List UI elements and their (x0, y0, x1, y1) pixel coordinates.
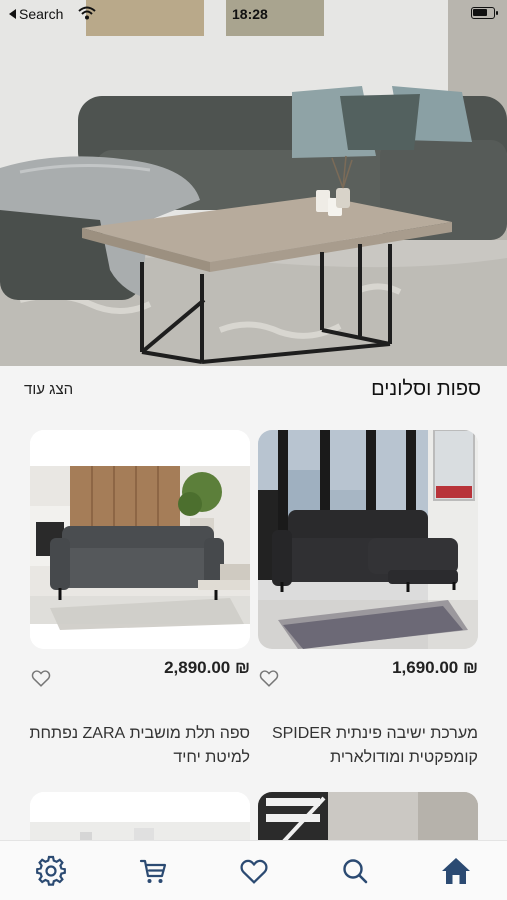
settings-icon[interactable] (35, 855, 67, 887)
back-to-search-button[interactable]: Search (9, 6, 63, 22)
section-title: ספות וסלונים (371, 378, 481, 400)
product-image[interactable] (30, 430, 250, 649)
heart-icon[interactable] (238, 855, 270, 887)
bottom-navigation (0, 840, 507, 900)
product-name[interactable]: ספה תלת מושבית ZARA נפתחת למיטת יחיד (10, 722, 250, 770)
status-time: 18:28 (232, 6, 268, 22)
favorite-heart-icon[interactable] (30, 667, 52, 689)
product-name[interactable]: מערכת ישיבה פינתית SPIDER קומפקטית ומודו… (238, 722, 478, 770)
product-price: 2,890.00 ₪ (164, 658, 250, 677)
back-label: Search (19, 6, 64, 22)
hero-image (0, 0, 507, 366)
category-header: ספות וסלונים הצג עוד (0, 366, 507, 412)
hero-banner[interactable]: Search 18:28 (0, 0, 507, 366)
status-bar: Search 18:28 (0, 0, 507, 28)
battery-icon (471, 7, 498, 19)
product-image[interactable] (258, 430, 478, 649)
home-icon[interactable] (440, 855, 472, 887)
search-icon[interactable] (339, 855, 371, 887)
show-more-link[interactable]: הצג עוד (24, 381, 73, 398)
favorite-heart-icon[interactable] (258, 667, 280, 689)
cart-icon[interactable] (137, 855, 169, 887)
product-price: 1,690.00 ₪ (392, 658, 478, 677)
back-arrow-icon (9, 9, 16, 19)
